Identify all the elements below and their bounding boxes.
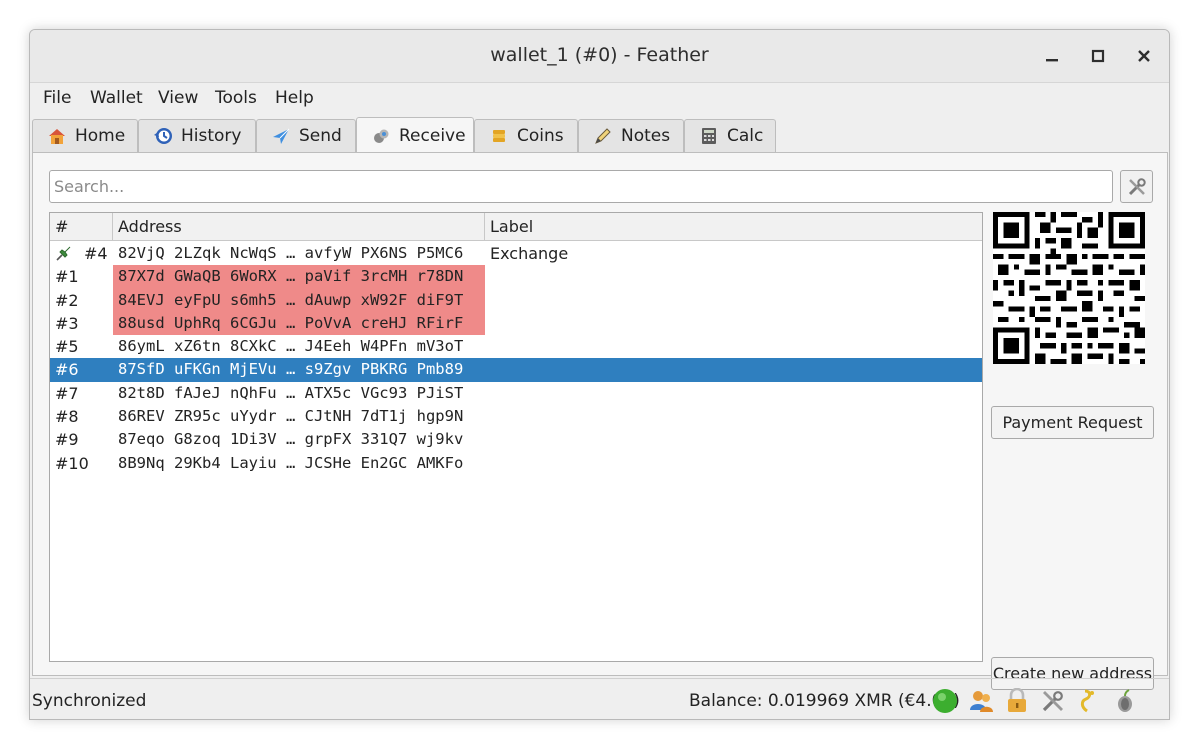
minimize-icon [1046, 59, 1058, 62]
table-row[interactable]: #2 84EVJ eyFpU s6mh5 … dAuwp xW92F diF9T [50, 288, 982, 312]
app-window: wallet_1 (#0) - Feather File Wallet View… [29, 29, 1170, 720]
table-row-selected[interactable]: #6 87SfD uFKGn MjEVu … s9Zgv PBKRG Pmb89 [50, 358, 982, 382]
table-row[interactable]: #9 87eqo G8zoq 1Di3V … grpFX 331Q7 wj9kv [50, 428, 982, 451]
receive-icon [371, 126, 391, 146]
row-number: #8 [55, 407, 79, 427]
table-row[interactable]: #3 88usd UphRq 6CGJu … PoVvA creHJ RFirF [50, 311, 982, 336]
tab-history-label: History [181, 126, 242, 146]
tab-send[interactable]: Send [256, 119, 356, 152]
tab-receive[interactable]: Receive [356, 117, 474, 153]
notes-icon [593, 126, 613, 146]
row-address: 82t8D fAJeJ nQhFu … ATX5c VGc93 PJiST [118, 383, 464, 402]
row-number: #5 [55, 337, 79, 357]
tor-icon[interactable] [1112, 688, 1138, 714]
minimize-button[interactable] [1040, 44, 1064, 68]
row-address: 8B9Nq 29Kb4 Layiu … JCSHe En2GC AMKFo [118, 453, 464, 472]
menu-bar: File Wallet View Tools Help [30, 82, 1169, 112]
menu-view[interactable]: View [158, 88, 198, 108]
table-row[interactable]: #4 82VjQ 2LZqk NcWqS … avfyW PX6NS P5MC6… [50, 242, 982, 265]
window-title: wallet_1 (#0) - Feather [490, 44, 709, 66]
status-bar: Synchronized Balance: 0.019969 XMR (€4.0… [30, 678, 1169, 719]
balance-label: Balance: 0.019969 XMR (€4.02) [689, 691, 960, 711]
row-address: 82VjQ 2LZqk NcWqS … avfyW PX6NS P5MC6 [118, 244, 464, 262]
tab-coins-label: Coins [517, 126, 564, 146]
tab-home-label: Home [75, 126, 126, 146]
table-row[interactable]: #5 86ymL xZ6tn 8CXkC … J4Eeh W4PFn mV3oT [50, 335, 982, 358]
settings-icon[interactable] [1040, 688, 1066, 714]
tab-send-label: Send [299, 126, 342, 146]
title-bar[interactable]: wallet_1 (#0) - Feather [30, 30, 1169, 82]
row-address: 87SfD uFKGn MjEVu … s9Zgv PBKRG Pmb89 [118, 360, 464, 379]
table-header: # Address Label [50, 213, 982, 241]
connection-status-icon[interactable] [932, 688, 958, 714]
tab-notes[interactable]: Notes [578, 119, 684, 152]
pin-icon [56, 246, 71, 261]
menu-tools[interactable]: Tools [215, 88, 257, 108]
table-row[interactable]: #8 86REV ZR95c uYydr … CJtNH 7dT1j hgp9N [50, 405, 982, 428]
send-icon [271, 126, 291, 146]
address-table: # Address Label #4 82VjQ 2LZqk NcWqS … a… [49, 212, 983, 662]
maximize-button[interactable] [1086, 44, 1110, 68]
tab-calc-label: Calc [727, 126, 764, 146]
row-number: #2 [55, 290, 79, 310]
contacts-icon[interactable] [968, 688, 994, 714]
tab-notes-label: Notes [621, 126, 671, 146]
history-icon [153, 126, 173, 146]
row-label: Exchange [490, 244, 569, 263]
payment-request-button[interactable]: Payment Request [991, 406, 1154, 439]
row-address: 86ymL xZ6tn 8CXkC … J4Eeh W4PFn mV3oT [118, 337, 464, 356]
tab-home[interactable]: Home [32, 119, 138, 152]
row-number: #6 [55, 360, 79, 380]
home-icon [47, 126, 67, 146]
tab-calc[interactable]: Calc [684, 119, 776, 152]
row-number: #10 [55, 453, 89, 473]
menu-help[interactable]: Help [275, 88, 314, 108]
table-row[interactable]: #1 87X7d GWaQB 6WoRX … paVif 3rcMH r78DN [50, 265, 982, 289]
row-address: 87X7d GWaQB 6WoRX … paVif 3rcMH r78DN [113, 265, 485, 289]
coins-icon [489, 126, 509, 146]
row-address: 88usd UphRq 6CGJu … PoVvA creHJ RFirF [113, 311, 485, 336]
maximize-icon [1091, 49, 1105, 63]
tab-coins[interactable]: Coins [474, 119, 578, 152]
column-header-label[interactable]: Label [485, 213, 982, 241]
calc-icon [699, 126, 719, 146]
tools-icon [1128, 177, 1146, 195]
tab-bar: Home History Send Receive Coins Notes Ca… [30, 117, 1169, 153]
row-address: 84EVJ eyFpU s6mh5 … dAuwp xW92F diF9T [113, 288, 485, 312]
column-header-number[interactable]: # [50, 213, 113, 241]
close-icon [1138, 50, 1150, 62]
row-address: 87eqo G8zoq 1Di3V … grpFX 331Q7 wj9kv [118, 430, 464, 449]
receive-panel: # Address Label #4 82VjQ 2LZqk NcWqS … a… [32, 152, 1168, 690]
table-row[interactable]: #10 8B9Nq 29Kb4 Layiu … JCSHe En2GC AMKF… [50, 452, 982, 475]
row-address: 86REV ZR95c uYydr … CJtNH 7dT1j hgp9N [118, 407, 464, 426]
close-button[interactable] [1132, 44, 1156, 68]
menu-wallet[interactable]: Wallet [90, 88, 143, 108]
row-number: #1 [55, 267, 79, 287]
search-options-button[interactable] [1120, 170, 1153, 203]
sync-status: Synchronized [32, 691, 147, 711]
tab-history[interactable]: History [138, 119, 256, 152]
row-number: #9 [55, 430, 79, 450]
qr-code-image [993, 212, 1145, 364]
row-number: #3 [55, 313, 79, 333]
table-body: #4 82VjQ 2LZqk NcWqS … avfyW PX6NS P5MC6… [50, 242, 982, 475]
column-header-address[interactable]: Address [113, 213, 485, 241]
seed-icon[interactable] [1076, 688, 1102, 714]
table-row[interactable]: #7 82t8D fAJeJ nQhFu … ATX5c VGc93 PJiST [50, 382, 982, 405]
row-number: #7 [55, 383, 79, 403]
lock-icon[interactable] [1004, 688, 1030, 714]
row-number: #4 [84, 244, 108, 263]
menu-file[interactable]: File [43, 88, 71, 108]
search-input[interactable] [49, 170, 1113, 203]
tab-receive-label: Receive [399, 125, 466, 146]
